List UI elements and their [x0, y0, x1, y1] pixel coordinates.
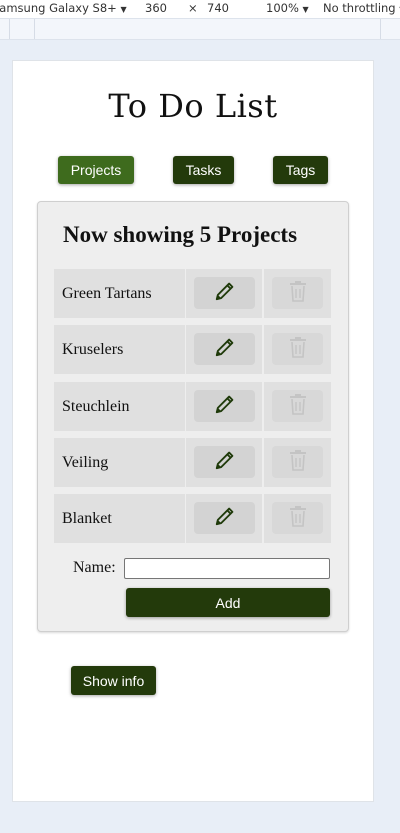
project-name: Steuchlein	[54, 381, 185, 431]
zoom-value: 100%	[266, 1, 299, 15]
pencil-icon	[214, 449, 236, 475]
project-row: Green Tartans	[54, 269, 331, 318]
project-name: Kruselers	[54, 325, 185, 375]
pencil-icon	[214, 280, 236, 306]
pencil-icon	[214, 336, 236, 362]
edit-cell	[186, 325, 262, 375]
project-name: Blanket	[54, 494, 185, 544]
device-select[interactable]: Samsung Galaxy S8+ ▼	[0, 1, 127, 15]
throttling-select[interactable]: No throttling ▼	[323, 1, 400, 15]
nav-tags-button[interactable]: Tags	[273, 156, 328, 184]
delete-project-button	[272, 445, 323, 478]
dimension-separator: ×	[188, 1, 198, 15]
edit-project-button[interactable]	[194, 445, 255, 478]
show-info-button[interactable]: Show info	[71, 666, 156, 695]
page-title: To Do List	[108, 87, 278, 125]
delete-cell	[264, 494, 331, 544]
project-row: Blanket	[54, 494, 331, 544]
viewport-height[interactable]: 740	[207, 1, 229, 15]
edit-cell	[186, 269, 262, 318]
delete-project-button	[272, 389, 323, 422]
edit-project-button[interactable]	[194, 502, 255, 535]
throttling-value: No throttling	[323, 1, 396, 15]
delete-project-button	[272, 502, 323, 535]
project-row: Kruselers	[54, 325, 331, 375]
delete-project-button	[272, 277, 323, 309]
edit-cell	[186, 381, 262, 431]
project-row: Steuchlein	[54, 381, 331, 431]
delete-cell	[264, 325, 331, 375]
edit-project-button[interactable]	[194, 277, 255, 309]
trash-icon	[288, 449, 308, 475]
app-page: To Do List Projects Tasks Tags Now showi…	[12, 60, 374, 802]
nav-projects-button[interactable]: Projects	[58, 156, 134, 184]
edit-cell	[186, 494, 262, 544]
name-label: Name:	[73, 559, 116, 576]
project-name: Veiling	[54, 437, 185, 487]
media-query-bar	[0, 18, 400, 40]
delete-cell	[264, 269, 331, 318]
projects-card: Now showing 5 Projects Green Tartans Krus…	[37, 201, 349, 632]
nav-tasks-button[interactable]: Tasks	[173, 156, 234, 184]
devtools-toolbar: Samsung Galaxy S8+ ▼ 360 × 740 100% ▼ No…	[0, 0, 400, 18]
pencil-icon	[214, 505, 236, 531]
project-name-input[interactable]	[124, 558, 330, 579]
delete-cell	[264, 437, 331, 487]
edit-cell	[186, 437, 262, 487]
zoom-select[interactable]: 100% ▼	[266, 1, 309, 15]
pencil-icon	[214, 393, 236, 419]
device-name: Samsung Galaxy S8+	[0, 1, 117, 15]
trash-icon	[288, 393, 308, 419]
viewport-width[interactable]: 360	[145, 1, 167, 15]
projects-heading: Now showing 5 Projects	[63, 222, 298, 247]
trash-icon	[288, 336, 308, 362]
edit-project-button[interactable]	[194, 333, 255, 366]
caret-down-icon: ▼	[302, 5, 309, 14]
delete-cell	[264, 381, 331, 431]
trash-icon	[288, 505, 308, 531]
caret-down-icon: ▼	[120, 5, 127, 14]
delete-project-button	[272, 333, 323, 366]
edit-project-button[interactable]	[194, 389, 255, 422]
add-project-button[interactable]: Add	[126, 588, 330, 617]
project-name: Green Tartans	[54, 269, 185, 318]
trash-icon	[288, 280, 308, 306]
project-row: Veiling	[54, 437, 331, 487]
